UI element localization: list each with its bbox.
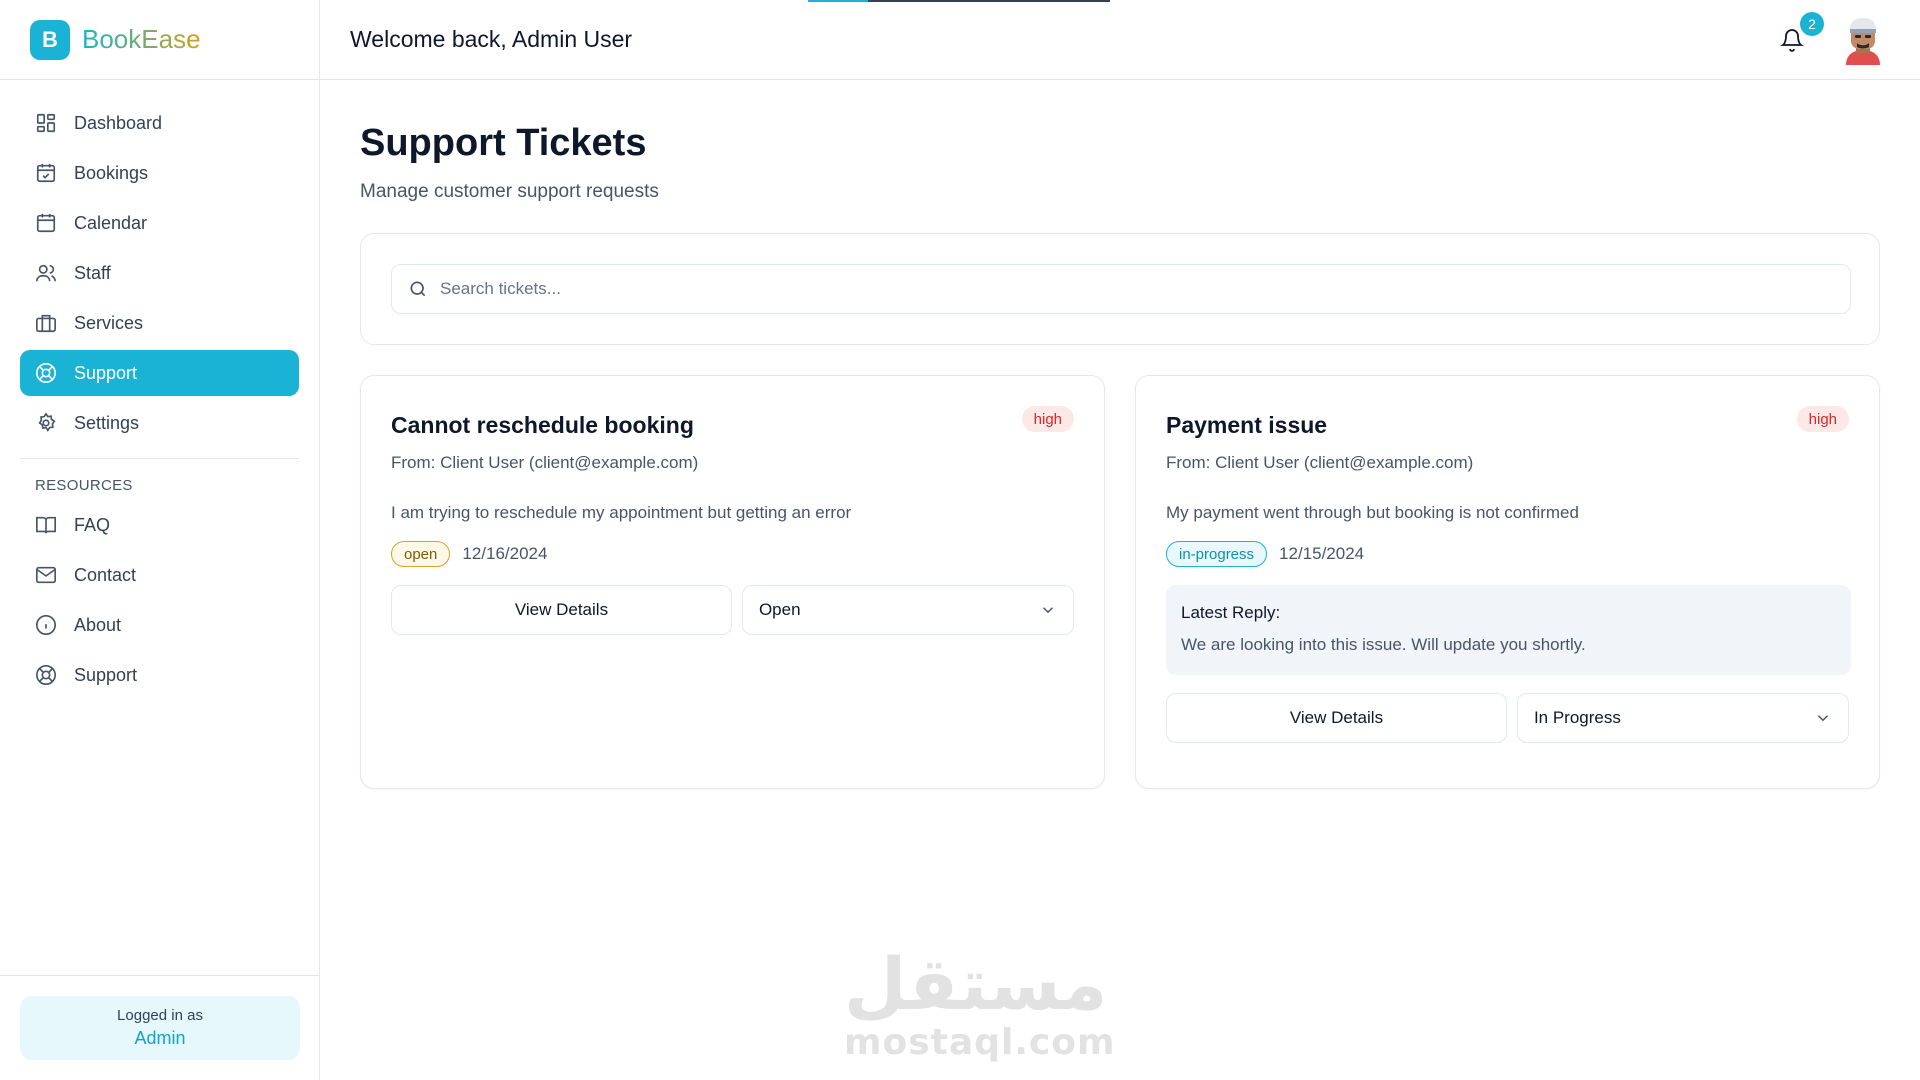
sidebar-item-label: Contact	[74, 564, 137, 585]
latest-reply-label: Latest Reply:	[1181, 603, 1281, 622]
sidebar-item-label: Support	[74, 362, 138, 383]
sidebar-item-staff[interactable]: Staff	[20, 250, 299, 296]
status-badge: open	[391, 541, 451, 567]
top-bar: Welcome back, Admin User 2	[320, 0, 1920, 80]
ticket-from: From: Client User (client@example.com)	[1166, 453, 1474, 472]
sidebar-item-label: Dashboard	[74, 112, 163, 133]
search-card	[360, 233, 1880, 345]
ticket-card: high Cannot reschedule booking From: Cli…	[360, 375, 1105, 789]
ticket-card: high Payment issue From: Client User (cl…	[1135, 375, 1880, 789]
ticket-date: 12/15/2024	[1279, 544, 1365, 563]
priority-badge: high	[1021, 406, 1074, 432]
page-subtitle: Manage customer support requests	[360, 181, 659, 202]
main-content: Support Tickets Manage customer support …	[360, 80, 1880, 789]
sidebar-item-label: About	[74, 614, 122, 635]
sidebar-item-support[interactable]: Support	[20, 350, 299, 396]
ticket-message: I am trying to reschedule my appointment…	[391, 503, 852, 522]
sidebar-item-label: Settings	[74, 412, 140, 433]
chevron-down-icon	[1039, 601, 1057, 619]
brand-logo: B	[30, 19, 70, 60]
view-details-button[interactable]: View Details	[1166, 693, 1507, 743]
lifebuoy-icon	[34, 663, 58, 687]
sidebar-item-calendar[interactable]: Calendar	[20, 200, 299, 246]
sidebar-item-label: Bookings	[74, 162, 149, 183]
info-icon	[34, 613, 58, 637]
watermark: مستقل mostaql.com	[844, 942, 1116, 1063]
ticket-actions: View Details In Progress	[1166, 693, 1849, 743]
latest-reply: Latest Reply: We are looking into this i…	[1166, 585, 1851, 675]
sidebar-nav: Dashboard Bookings Calendar Staff Servic…	[0, 80, 319, 698]
nav-divider	[20, 458, 299, 459]
logged-in-label: Logged in as	[117, 1007, 203, 1024]
ticket-date: 12/16/2024	[462, 544, 548, 563]
users-icon	[34, 261, 58, 285]
calendar-check-icon	[34, 161, 58, 185]
sidebar-item-label: Support	[74, 664, 138, 685]
brand-name: BookEase	[82, 24, 201, 54]
ticket-list: high Cannot reschedule booking From: Cli…	[360, 375, 1880, 789]
notification-badge: 2	[1800, 12, 1824, 36]
status-select[interactable]: Open	[741, 585, 1074, 635]
search-icon	[408, 279, 428, 299]
ticket-meta: open 12/16/2024	[391, 541, 1074, 567]
briefcase-icon	[34, 311, 58, 335]
sidebar-item-label: FAQ	[74, 514, 111, 535]
view-details-button[interactable]: View Details	[391, 585, 732, 635]
resources-heading: RESOURCES	[35, 477, 133, 494]
page-title: Support Tickets	[360, 122, 647, 164]
priority-badge: high	[1796, 406, 1849, 432]
sidebar-item-support-resource[interactable]: Support	[20, 652, 299, 698]
avatar[interactable]	[1840, 17, 1886, 65]
ticket-title: Cannot reschedule booking	[391, 412, 694, 438]
status-select[interactable]: In Progress	[1516, 693, 1849, 743]
status-badge: in-progress	[1166, 541, 1268, 567]
latest-reply-text: We are looking into this issue. Will upd…	[1181, 635, 1586, 654]
watermark-arabic: مستقل	[844, 942, 1108, 1026]
gear-icon	[34, 411, 58, 435]
logged-in-role: Admin	[134, 1028, 186, 1048]
ticket-from: From: Client User (client@example.com)	[391, 453, 699, 472]
ticket-title: Payment issue	[1166, 412, 1328, 438]
sidebar-item-label: Calendar	[74, 212, 148, 233]
book-open-icon	[34, 513, 58, 537]
sidebar: B BookEase Dashboard Bookings Calendar S…	[0, 0, 320, 1080]
chevron-down-icon	[1814, 709, 1832, 727]
bell-icon[interactable]	[1780, 28, 1804, 52]
loading-bar	[808, 0, 1110, 2]
sidebar-item-about[interactable]: About	[20, 602, 299, 648]
ticket-meta: in-progress 12/15/2024	[1166, 541, 1849, 567]
sidebar-item-settings[interactable]: Settings	[20, 400, 299, 446]
welcome-text: Welcome back, Admin User	[350, 26, 633, 52]
calendar-icon	[34, 211, 58, 235]
watermark-latin: mostaql.com	[844, 1022, 1116, 1063]
dashboard-icon	[34, 111, 58, 135]
search-input[interactable]	[440, 279, 1820, 299]
ticket-message: My payment went through but booking is n…	[1166, 503, 1579, 522]
brand[interactable]: B BookEase	[0, 0, 319, 80]
ticket-actions: View Details Open	[391, 585, 1074, 635]
search-box[interactable]	[391, 264, 1851, 314]
lifebuoy-icon	[34, 361, 58, 385]
mail-icon	[34, 563, 58, 587]
logged-in-box: Logged in as Admin	[20, 996, 300, 1060]
sidebar-item-faq[interactable]: FAQ	[20, 502, 299, 548]
sidebar-item-label: Staff	[74, 262, 111, 283]
status-select-value: Open	[758, 600, 801, 619]
sidebar-item-services[interactable]: Services	[20, 300, 299, 346]
sidebar-item-contact[interactable]: Contact	[20, 552, 299, 598]
sidebar-item-dashboard[interactable]: Dashboard	[20, 100, 299, 146]
status-select-value: In Progress	[1533, 708, 1621, 727]
sidebar-footer-divider	[0, 975, 320, 976]
sidebar-item-label: Services	[74, 312, 144, 333]
sidebar-item-bookings[interactable]: Bookings	[20, 150, 299, 196]
